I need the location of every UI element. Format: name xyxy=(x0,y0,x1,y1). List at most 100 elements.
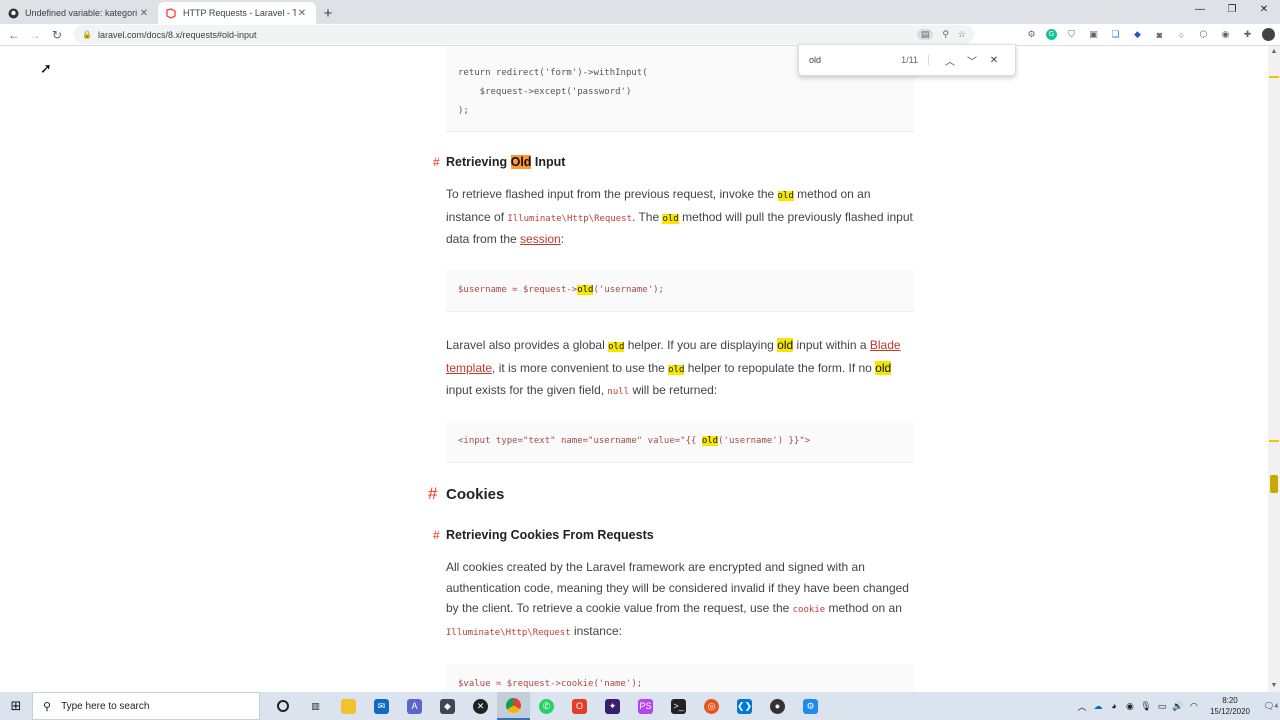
tray-chevron-icon[interactable]: ︿ xyxy=(1074,700,1090,713)
tab-strip: Undefined variable: kategori ✕ HTTP Requ… xyxy=(0,0,1280,24)
avatar[interactable] xyxy=(1262,28,1275,41)
inline-code: Illuminate\Http\Request xyxy=(446,628,571,639)
heading-retrieving-cookies: # Retrieving Cookies From Requests xyxy=(433,528,654,542)
windows-taskbar: ⊞ ⚲ Type here to search ▥ ✉ A ◆ ✕ ✆ O ✦ … xyxy=(0,692,1280,720)
file-explorer-icon[interactable] xyxy=(332,692,365,720)
close-tab-icon[interactable]: ✕ xyxy=(296,8,308,19)
code-line: ); xyxy=(458,106,469,116)
extension-box-icon[interactable]: ▣ xyxy=(1086,27,1101,42)
battery-icon[interactable]: ▭ xyxy=(1154,701,1170,712)
volume-icon[interactable]: 🔊 xyxy=(1170,701,1186,712)
laravel-icon xyxy=(166,7,177,19)
scroll-thumb[interactable] xyxy=(1270,475,1278,493)
github-desktop-icon[interactable]: ● xyxy=(761,692,794,720)
extension-grammarly-icon[interactable]: G xyxy=(1046,29,1057,40)
clock-time: 8:20 xyxy=(1222,696,1238,705)
system-clock[interactable]: 8:20 15/12/2020 xyxy=(1210,695,1250,717)
mail-icon[interactable]: ✉ xyxy=(365,692,398,720)
tab-http-requests[interactable]: HTTP Requests - Laravel - The PHP ✕ xyxy=(158,2,316,24)
scroll-down-icon[interactable]: ▼ xyxy=(1268,680,1280,692)
find-close-icon[interactable]: ✕ xyxy=(983,55,1005,66)
bookmark-star-icon[interactable]: ☆ xyxy=(958,29,966,40)
windows-start-icon[interactable]: ⊞ xyxy=(0,698,32,714)
zoom-icon[interactable]: ⚲ xyxy=(942,29,949,40)
taskbar-search-placeholder: Type here to search xyxy=(61,700,150,712)
inline-code: cookie xyxy=(792,605,826,616)
find-match-marker xyxy=(1269,76,1279,78)
terminal-icon[interactable]: >_ xyxy=(662,692,695,720)
extension-camera-icon[interactable]: ◙ xyxy=(1152,27,1167,42)
inline-code: old xyxy=(608,342,625,352)
onedrive-icon[interactable]: ☁ xyxy=(1090,701,1106,712)
extension-circle-icon[interactable]: ○ xyxy=(1174,27,1189,42)
page-content: ➚ return redirect('form')->withInput( $r… xyxy=(0,46,1268,692)
search-icon: ⚲ xyxy=(43,700,52,713)
find-previous-icon[interactable]: ︿ xyxy=(939,53,961,68)
wifi-icon[interactable]: ◠ xyxy=(1186,701,1202,712)
find-match: old xyxy=(577,285,594,295)
anchor-hash-icon[interactable]: # xyxy=(433,528,440,542)
github-icon xyxy=(8,8,19,19)
tab-undefined-variable[interactable]: Undefined variable: kategori ✕ xyxy=(0,2,158,24)
notification-icon[interactable]: 🗨 4 xyxy=(1258,701,1280,712)
scroll-up-icon[interactable]: ▲ xyxy=(1268,46,1280,58)
close-window-icon[interactable]: ✕ xyxy=(1248,0,1280,20)
find-input[interactable]: old xyxy=(809,55,901,65)
microphone-icon[interactable]: 🎙 xyxy=(1138,701,1154,712)
inline-code: old xyxy=(777,191,794,201)
address-bar[interactable]: 🔒 laravel.com/docs/8.x/requests#old-inpu… xyxy=(74,25,974,44)
chrome-icon[interactable] xyxy=(497,692,530,720)
forward-icon[interactable]: → xyxy=(24,28,46,42)
heading-retrieving-old-input: # Retrieving Old Input xyxy=(433,155,566,169)
code-line: $value = $request->cookie('name'); xyxy=(458,679,643,689)
office-icon[interactable]: O xyxy=(563,692,596,720)
task-view-icon[interactable]: ▥ xyxy=(299,692,332,720)
page-scrollbar[interactable]: ▲ ▼ xyxy=(1268,46,1280,692)
url-text: laravel.com/docs/8.x/requests#old-input xyxy=(97,29,257,40)
back-icon[interactable]: ← xyxy=(3,28,25,42)
extensions-puzzle-icon[interactable]: ✚ xyxy=(1240,27,1255,42)
extension-eye-icon[interactable]: ◉ xyxy=(1218,27,1233,42)
paragraph-old-helper: Laravel also provides a global old helpe… xyxy=(446,338,901,398)
tray-app-icon[interactable]: ◕ xyxy=(1106,701,1122,711)
vscode-icon[interactable]: ❮❯ xyxy=(728,692,761,720)
app-azure-icon[interactable]: A xyxy=(398,692,431,720)
find-match-marker xyxy=(1269,440,1279,442)
find-match-count: 1/11 xyxy=(901,55,929,65)
find-active-match: Old xyxy=(510,155,532,169)
window-controls: — ❐ ✕ xyxy=(1184,0,1280,20)
close-tab-icon[interactable]: ✕ xyxy=(138,8,150,19)
reload-icon[interactable]: ↻ xyxy=(46,28,68,42)
extension-copy-icon[interactable]: ❏ xyxy=(1108,27,1123,42)
phpstorm-icon[interactable]: PS xyxy=(629,692,662,720)
xbox-icon[interactable]: ✕ xyxy=(464,692,497,720)
tray-app2-icon[interactable]: ◉ xyxy=(1122,701,1138,712)
extension-cap-icon[interactable]: ◆ xyxy=(1130,27,1145,42)
anchor-hash-icon[interactable]: # xyxy=(433,155,440,169)
app-blue-icon[interactable]: ⚙ xyxy=(794,692,827,720)
anchor-hash-icon[interactable]: # xyxy=(428,484,437,504)
browser-toolbar: ← → ↻ 🔒 laravel.com/docs/8.x/requests#ol… xyxy=(0,24,1280,46)
inline-code: old xyxy=(668,364,685,375)
app-purple-icon[interactable]: ✦ xyxy=(596,692,629,720)
new-tab-button[interactable]: + xyxy=(316,2,340,24)
find-next-icon[interactable]: ﹀ xyxy=(961,53,983,68)
page-action-icon[interactable]: ▤ xyxy=(916,29,934,40)
minimize-icon[interactable]: — xyxy=(1184,0,1216,20)
ubuntu-icon[interactable]: ◎ xyxy=(695,692,728,720)
app-generic-icon[interactable]: ◆ xyxy=(431,692,464,720)
restore-icon[interactable]: ❐ xyxy=(1216,0,1248,20)
inline-code: old xyxy=(662,213,679,224)
cortana-icon[interactable] xyxy=(266,692,299,720)
taskbar-search-box[interactable]: ⚲ Type here to search xyxy=(32,692,260,720)
code-block-cookie: $value = $request->cookie('name'); xyxy=(446,664,914,692)
extensions-bar: ⚙ G ⛉ ▣ ❏ ◆ ◙ ○ ⬡ ◉ ✚ ⋮ xyxy=(1024,27,1280,42)
find-match: old xyxy=(701,436,719,446)
code-block-input-old: <input type="text" name="username" value… xyxy=(446,421,914,463)
extension-lock-icon[interactable]: ⬡ xyxy=(1196,27,1211,42)
extension-shield-icon[interactable]: ⛉ xyxy=(1064,27,1079,42)
whatsapp-icon[interactable]: ✆ xyxy=(530,692,563,720)
extension-gear-icon[interactable]: ⚙ xyxy=(1024,27,1039,42)
link-session[interactable]: session xyxy=(520,232,561,246)
inline-code: null xyxy=(607,387,630,398)
